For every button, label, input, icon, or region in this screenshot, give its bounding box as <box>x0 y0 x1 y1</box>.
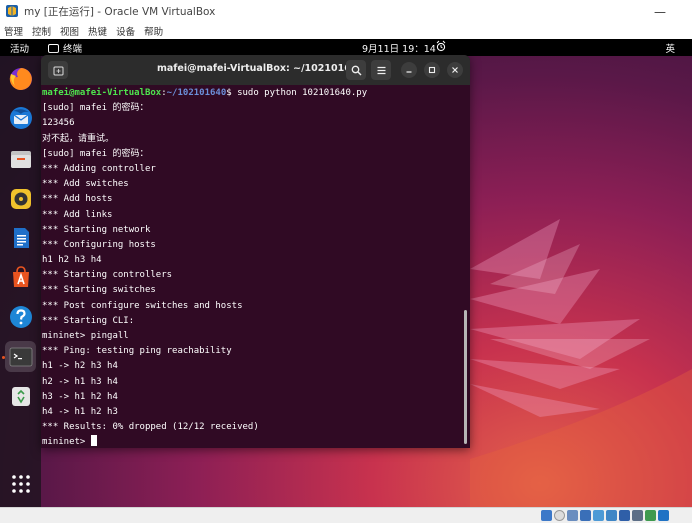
running-indicator <box>2 356 5 359</box>
recording-status-icon[interactable] <box>632 510 643 521</box>
terminal-line: *** Starting controllers <box>42 270 173 281</box>
terminal-line: h1 h2 h3 h4 <box>42 255 102 266</box>
terminal-line: *** Results: 0% dropped (12/12 received) <box>42 422 259 433</box>
dock-thunderbird[interactable] <box>5 102 36 133</box>
minimize-icon <box>406 71 412 73</box>
trash-icon <box>11 386 30 406</box>
dock-files[interactable] <box>5 143 36 174</box>
guest-desktop: 活动 终端 9月11日 19：14 英 mafei@mafei-VirtualB… <box>0 39 692 507</box>
terminal-scrollbar[interactable] <box>464 310 467 444</box>
hamburger-menu-icon <box>377 66 385 74</box>
app-grid-icon <box>11 474 30 493</box>
terminal-line: *** Post configure switches and hosts <box>42 300 243 311</box>
terminal-header-bar[interactable]: mafei@mafei-VirtualBox: ~/102101640 <box>41 55 470 85</box>
audio-status-icon[interactable] <box>567 510 578 521</box>
prompt-user: mafei@mafei-VirtualBox <box>42 88 162 98</box>
terminal-line: [sudo] mafei 的密码： <box>42 103 149 114</box>
host-menu-devices[interactable]: 设备 <box>116 24 135 38</box>
dock-app-center[interactable] <box>5 261 36 292</box>
input-method-indicator[interactable]: 英 <box>665 41 675 55</box>
host-menu-hotkey[interactable]: 热键 <box>88 24 107 38</box>
firefox-icon <box>9 67 32 90</box>
app-center-icon <box>12 265 29 287</box>
dock-rhythmbox[interactable] <box>5 183 36 214</box>
close-button[interactable] <box>447 62 463 78</box>
terminal-line: h1 -> h2 h3 h4 <box>42 361 118 372</box>
terminal-line: *** Configuring hosts <box>42 239 156 250</box>
virtualbox-window: my [正在运行] - Oracle VM VirtualBox — 管理 控制… <box>0 0 692 523</box>
terminal-line: mininet> pingall <box>42 331 129 341</box>
app-menu-label: 终端 <box>63 44 83 55</box>
terminal-line: *** Starting network <box>42 224 151 235</box>
prompt-line: mafei@mafei-VirtualBox:~/102101640$ sudo… <box>42 86 470 101</box>
gnome-top-bar: 活动 终端 9月11日 19：14 英 <box>0 39 692 56</box>
text-cursor <box>90 435 97 447</box>
host-status-bar <box>0 507 692 523</box>
command-text: sudo python 102101640.py <box>237 88 368 98</box>
alarm-clock-icon <box>436 40 446 52</box>
dock-firefox[interactable] <box>5 63 36 94</box>
terminal-line: *** Add links <box>42 209 113 220</box>
usb-status-icon[interactable] <box>593 510 604 521</box>
final-prompt-line: mininet> <box>42 435 470 448</box>
terminal-line: *** Add hosts <box>42 194 113 205</box>
terminal-line: *** Add switches <box>42 179 129 190</box>
shared-folders-icon[interactable] <box>606 510 617 521</box>
output-lines: [sudo] mafei 的密码： 123456 对不起，请重试。 [sudo] ma… <box>42 101 470 435</box>
hdd-status-icon[interactable] <box>541 510 552 521</box>
cpu-status-icon[interactable] <box>645 510 656 521</box>
prompt-dollar: $ <box>226 88 238 98</box>
host-title-bar[interactable]: my [正在运行] - Oracle VM VirtualBox — <box>0 0 692 22</box>
terminal-output[interactable]: mafei@mafei-VirtualBox:~/102101640$ sudo… <box>41 85 470 448</box>
app-menu-terminal[interactable]: 终端 <box>48 41 82 55</box>
host-menu-bar: 管理 控制 视图 热键 设备 帮助 <box>0 22 692 39</box>
dock-show-apps[interactable] <box>5 468 36 499</box>
writer-icon <box>13 227 29 248</box>
files-icon <box>10 150 31 168</box>
terminal-line: h3 -> h1 h2 h4 <box>42 391 118 402</box>
terminal-icon <box>9 347 32 366</box>
terminal-line: *** Starting switches <box>42 285 156 296</box>
terminal-line: *** Adding controller <box>42 163 156 174</box>
host-menu-help[interactable]: 帮助 <box>144 24 163 38</box>
mininet-prompt: mininet> <box>42 437 91 448</box>
terminal-line: [sudo] mafei 的密码： <box>42 148 149 159</box>
host-menu-manage[interactable]: 管理 <box>4 24 23 38</box>
close-icon <box>452 67 458 73</box>
search-icon <box>351 65 361 75</box>
maximize-button[interactable] <box>424 62 440 78</box>
terminal-line: 123456 <box>42 118 75 129</box>
dock-terminal[interactable] <box>5 341 36 372</box>
thunderbird-icon <box>9 106 32 129</box>
mouse-integration-icon[interactable] <box>658 510 669 521</box>
dock-help[interactable] <box>5 301 36 332</box>
search-button[interactable] <box>346 60 366 80</box>
host-minimize-button[interactable]: — <box>654 5 666 19</box>
terminal-line: 对不起，请重试。 <box>42 133 115 144</box>
virtualbox-logo-icon <box>6 5 18 17</box>
terminal-line: *** Starting CLI: <box>42 315 135 326</box>
rhythmbox-icon <box>10 188 31 209</box>
minimize-button[interactable] <box>401 62 417 78</box>
display-status-icon[interactable] <box>619 510 630 521</box>
clock[interactable]: 9月11日 19：14 <box>362 41 436 55</box>
menu-button[interactable] <box>371 60 391 80</box>
dock-libreoffice-writer[interactable] <box>5 222 36 253</box>
terminal-window[interactable]: mafei@mafei-VirtualBox: ~/102101640 mafe… <box>41 55 470 448</box>
network-status-icon[interactable] <box>580 510 591 521</box>
host-window-title: my [正在运行] - Oracle VM VirtualBox <box>24 5 216 18</box>
activities-button[interactable]: 活动 <box>10 41 29 55</box>
terminal-app-icon <box>48 43 59 53</box>
dock-trash[interactable] <box>5 380 36 411</box>
help-icon <box>9 305 32 328</box>
prompt-path: ~/102101640 <box>166 88 227 98</box>
terminal-line: *** Ping: testing ping reachability <box>42 346 232 357</box>
host-menu-view[interactable]: 视图 <box>60 24 79 38</box>
maximize-icon <box>428 66 436 74</box>
terminal-line: h4 -> h1 h2 h3 <box>42 406 118 417</box>
optical-drive-icon[interactable] <box>554 510 565 521</box>
terminal-line: h2 -> h1 h3 h4 <box>42 376 118 387</box>
host-menu-control[interactable]: 控制 <box>32 24 51 38</box>
dock <box>0 56 41 507</box>
